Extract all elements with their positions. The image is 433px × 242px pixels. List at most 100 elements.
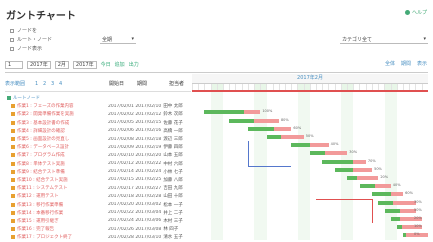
task-dates: 2017/02/14 2017/02/24	[107, 169, 162, 175]
task-row[interactable]: 作業5 : 画面設計の見直し 2017/02/08 2017/02/18 渡辺 三郎	[5, 135, 191, 143]
task-name[interactable]: 作業11 : システムテスト	[17, 185, 108, 191]
page-link-4[interactable]: 4	[59, 81, 109, 87]
task-dates: 2017/02/28 2017/03/10	[107, 234, 162, 240]
bar-progress	[334, 167, 354, 172]
task-name[interactable]: 作業1 : フェーズの作業内容	[17, 103, 108, 109]
period-select[interactable]: 全期 ▾	[100, 36, 136, 44]
gantt-bar[interactable]	[378, 200, 416, 205]
task-name[interactable]: 作業9 : 結合テスト準備	[17, 169, 108, 175]
bar-progress	[378, 200, 394, 205]
gantt-bar[interactable]	[266, 135, 304, 139]
gantt-bar[interactable]	[247, 126, 292, 131]
bar-progress	[322, 159, 353, 164]
gantt-bar[interactable]	[334, 167, 373, 172]
task-name[interactable]: 作業15 : 運用引継ぎ	[17, 218, 108, 224]
option-row-2[interactable]: ルート・ノード	[10, 36, 52, 43]
bar-label: 40%	[392, 183, 401, 188]
task-name[interactable]: ルートノード	[13, 95, 105, 101]
bar-label: 50%	[305, 134, 314, 138]
bar-label: 0%	[414, 232, 420, 237]
task-row[interactable]: 作業2 : 開発準備作業を実施 2017/02/02 2017/02/12 鈴木 次…	[5, 110, 191, 118]
task-name[interactable]: 作業5 : 画面設計の見直し	[17, 136, 108, 142]
gantt-bar[interactable]	[310, 151, 348, 156]
view-display-button[interactable]: 表示	[417, 60, 427, 67]
page-link-2[interactable]: 2	[43, 81, 51, 87]
task-icon	[11, 235, 15, 240]
bar-progress	[372, 192, 391, 197]
task-name[interactable]: 作業4 : 詳細設計の確認	[17, 128, 108, 134]
task-name[interactable]: 作業3 : 基本設計書の作成	[17, 120, 108, 126]
gantt-bar[interactable]	[229, 118, 279, 123]
option-label: ルート・ノード	[17, 37, 53, 43]
gantt-bar[interactable]	[204, 110, 261, 115]
category-select[interactable]: カテゴリ全て ▾	[340, 36, 428, 44]
gantt-bar[interactable]	[347, 176, 379, 180]
task-row[interactable]: 作業15 : 運用引継ぎ 2017/02/24 2017/03/06 木村 三子	[5, 217, 191, 225]
task-name[interactable]: 作業7 : プログラム作成	[17, 152, 108, 158]
task-row[interactable]: ルートノード	[5, 94, 191, 102]
task-owner: 木村 三子	[163, 218, 183, 224]
task-row[interactable]: 作業1 : フェーズの作業内容 2017/02/01 2017/02/10 田中 太…	[5, 102, 191, 110]
task-name[interactable]: 作業6 : データベース設計	[17, 144, 108, 150]
page-link-3[interactable]: 3	[51, 81, 59, 87]
gantt-bar[interactable]	[372, 192, 404, 197]
checkbox-icon[interactable]	[10, 37, 14, 42]
task-name[interactable]: 作業16 : 完了報告	[17, 226, 108, 232]
view-all-button[interactable]: 全体	[385, 60, 395, 67]
bar-progress	[266, 135, 282, 139]
gantt-bar[interactable]	[291, 143, 329, 148]
task-name[interactable]: 作業14 : 本番移行作業	[17, 210, 108, 216]
bar-progress	[384, 208, 401, 213]
view-period-button[interactable]: 期間	[401, 60, 411, 67]
help-link[interactable]: ヘルプ	[404, 9, 427, 16]
task-name[interactable]: 作業17 : プロジェクト終了	[17, 234, 108, 240]
task-row[interactable]: 作業10 : 結合テスト実施 2017/02/15 2017/02/25 加藤 八郎	[5, 176, 191, 184]
page-link-1[interactable]: 1	[35, 81, 43, 87]
chevron-down-icon: ▾	[131, 36, 134, 42]
add-button[interactable]: 追加	[115, 61, 125, 68]
option-row-3[interactable]: ノード表示	[10, 45, 42, 52]
chart-body: 100% 80% 60% 50% 40% 30% 70% 50% 20% 40% 60% 30% 50%…	[192, 92, 428, 240]
task-row[interactable]: 作業9 : 結合テスト準備 2017/02/14 2017/02/24 小林 七子	[5, 168, 191, 176]
checkbox-icon[interactable]	[10, 46, 14, 51]
task-row[interactable]: 作業3 : 基本設計書の作成 2017/02/05 2017/02/15 佐藤 花子	[5, 119, 191, 127]
list-header-end: 期間	[137, 81, 148, 87]
task-owner: 小林 七子	[163, 169, 183, 175]
task-row[interactable]: 作業16 : 完了報告 2017/02/26 2017/03/08 林 四子	[5, 225, 191, 233]
task-row[interactable]: 作業12 : 運用テスト 2017/02/18 2017/02/28 山田 十郎	[5, 192, 191, 200]
task-name[interactable]: 作業2 : 開発準備作業を実施	[17, 111, 108, 117]
task-icon	[11, 145, 15, 150]
task-name[interactable]: 作業12 : 運用テスト	[17, 193, 108, 199]
year-select[interactable]: 2017年	[27, 60, 51, 69]
bar-remaining	[243, 110, 261, 115]
task-row[interactable]: 作業17 : プロジェクト終了 2017/02/28 2017/03/10 清水 五…	[5, 233, 191, 241]
task-icon	[11, 137, 15, 142]
gantt-bar[interactable]	[384, 208, 416, 213]
task-name[interactable]: 作業13 : 移行作業準備	[17, 202, 108, 208]
category-select-value: カテゴリ全て	[342, 37, 373, 43]
gantt-bar[interactable]	[359, 184, 391, 189]
export-button[interactable]: 出力	[129, 61, 139, 68]
task-row[interactable]: 作業13 : 移行作業準備 2017/02/20 2017/03/02 松本 一子	[5, 200, 191, 208]
month-select[interactable]: 2月	[54, 60, 69, 69]
task-row[interactable]: 作業6 : データベース設計 2017/02/09 2017/02/19 伊藤 四郎	[5, 143, 191, 151]
today-button[interactable]: 今日	[101, 61, 111, 68]
task-row[interactable]: 作業4 : 詳細設計の確認 2017/02/06 2017/02/16 高橋 一郎	[5, 127, 191, 135]
task-row[interactable]: 作業14 : 本番移行作業 2017/02/22 2017/03/04 井上 二子	[5, 209, 191, 217]
radio-icon[interactable]	[10, 28, 14, 33]
period-select-value: 全期	[102, 37, 113, 43]
chart-day-header	[192, 84, 428, 92]
task-row[interactable]: 作業11 : システムテスト 2017/02/17 2017/02/27 吉田 九郎	[5, 184, 191, 192]
option-row-1[interactable]: ノードを	[10, 27, 37, 34]
bar-label: 20%	[414, 216, 422, 220]
task-row[interactable]: 作業7 : プログラム作成 2017/02/10 2017/02/20 山本 五郎	[5, 151, 191, 159]
task-dates: 2017/02/05 2017/02/15	[107, 120, 162, 126]
task-icon	[11, 202, 15, 207]
task-name[interactable]: 作業8 : 単体テスト実施	[17, 161, 108, 167]
gantt-bar[interactable]	[322, 159, 366, 164]
task-name[interactable]: 作業10 : 結合テスト実施	[17, 177, 108, 183]
task-row[interactable]: 作業8 : 単体テスト実施 2017/02/12 2017/02/22 中村 六郎	[5, 160, 191, 168]
year-select-2[interactable]: 2017年	[72, 60, 97, 69]
help-icon	[404, 10, 410, 15]
page-input[interactable]: 1	[5, 60, 23, 69]
